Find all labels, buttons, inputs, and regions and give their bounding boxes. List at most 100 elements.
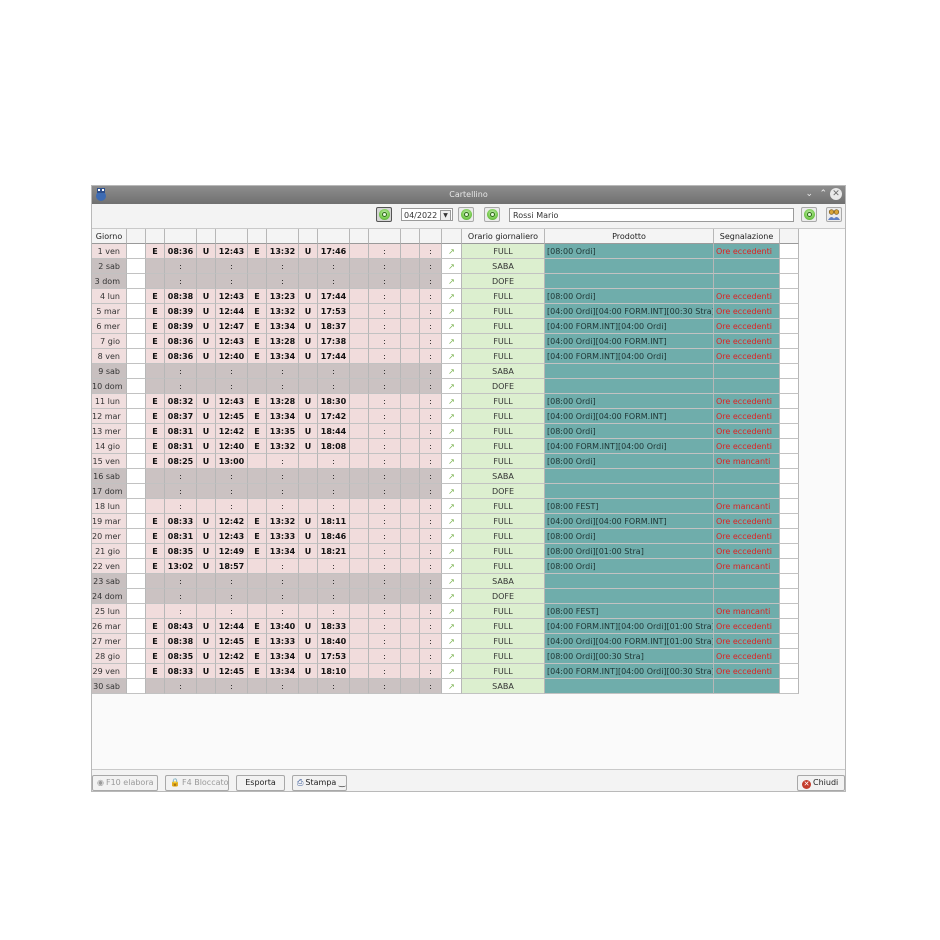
header-cell[interactable] xyxy=(442,229,462,244)
table-row[interactable]: 28 gio E 08:35 U 12:42 E 13:34 U 17:53:: ↗ FULL [08… xyxy=(92,649,799,664)
table-row[interactable]: 9 sab:::::: ↗ SABA xyxy=(92,364,799,379)
detail-arrow-icon[interactable]: ↗ xyxy=(442,379,462,394)
table-row[interactable]: 17 dom:::::: ↗ DOFE xyxy=(92,484,799,499)
table-row[interactable]: 27 mer E 08:38 U 12:45 E 13:33 U 18:40:: ↗ FULL [04… xyxy=(92,634,799,649)
detail-arrow-icon[interactable]: ↗ xyxy=(442,499,462,514)
table-row[interactable]: 8 ven E 08:36 U 12:40 E 13:34 U 17:44:: ↗ FULL [04:… xyxy=(92,349,799,364)
detail-arrow-icon[interactable]: ↗ xyxy=(442,319,462,334)
detail-arrow-icon[interactable]: ↗ xyxy=(442,604,462,619)
header-cell[interactable] xyxy=(299,229,318,244)
close-icon[interactable]: ✕ xyxy=(830,188,842,200)
bloccato-button[interactable]: 🔒 F4 Bloccato xyxy=(165,775,229,791)
table-row[interactable]: 4 lun E 08:38 U 12:43 E 13:23 U 17:44:: ↗ FULL [08:… xyxy=(92,289,799,304)
elabora-button[interactable]: ◉ F10 elabora xyxy=(92,775,158,791)
table-row[interactable]: 3 dom:::::: ↗ DOFE xyxy=(92,274,799,289)
detail-arrow-icon[interactable]: ↗ xyxy=(442,454,462,469)
header-segnalazione[interactable]: Segnalazione xyxy=(714,229,780,244)
detail-arrow-icon[interactable]: ↗ xyxy=(442,409,462,424)
header-cell[interactable] xyxy=(146,229,165,244)
detail-arrow-icon[interactable]: ↗ xyxy=(442,664,462,679)
table-row[interactable]: 29 ven E 08:33 U 12:45 E 13:34 U 18:10:: ↗ FULL [04… xyxy=(92,664,799,679)
header-orario[interactable]: Orario giornaliero xyxy=(462,229,545,244)
detail-arrow-icon[interactable]: ↗ xyxy=(442,334,462,349)
header-cell[interactable] xyxy=(350,229,369,244)
table-row[interactable]: 25 lun:::::: ↗ FULL [08:00 FEST] Ore mancant… xyxy=(92,604,799,619)
table-row[interactable]: 16 sab:::::: ↗ SABA xyxy=(92,469,799,484)
header-cell[interactable] xyxy=(248,229,267,244)
table-row[interactable]: 23 sab:::::: ↗ SABA xyxy=(92,574,799,589)
maximize-icon[interactable]: ⌃ xyxy=(819,189,827,200)
detail-arrow-icon[interactable]: ↗ xyxy=(442,349,462,364)
table-row[interactable]: 1 ven E 08:36 U 12:43 E 13:32 U 17:46:: ↗ FULL [08:… xyxy=(92,244,799,259)
detail-arrow-icon[interactable]: ↗ xyxy=(442,469,462,484)
detail-arrow-icon[interactable]: ↗ xyxy=(442,544,462,559)
day-cell: 30 sab xyxy=(92,679,127,694)
header-cell[interactable] xyxy=(127,229,146,244)
table-row[interactable]: 7 gio E 08:36 U 12:43 E 13:28 U 17:38:: ↗ FULL [04:… xyxy=(92,334,799,349)
table-row[interactable]: 11 lun E 08:32 U 12:43 E 13:28 U 18:30:: ↗ FULL [08… xyxy=(92,394,799,409)
detail-arrow-icon[interactable]: ↗ xyxy=(442,649,462,664)
detail-arrow-icon[interactable]: ↗ xyxy=(442,424,462,439)
header-cell[interactable] xyxy=(197,229,216,244)
table-row[interactable]: 15 ven E 08:25 U 13:00:::: ↗ FULL [08:00 Ordi] O… xyxy=(92,454,799,469)
employee-field[interactable]: Rossi Mario xyxy=(509,208,794,222)
punch-type-cell xyxy=(401,469,420,484)
table-row[interactable]: 18 lun:::::: ↗ FULL [08:00 FEST] Ore mancant… xyxy=(92,499,799,514)
month-select[interactable]: 04/2022 ▼ xyxy=(401,208,453,221)
table-row[interactable]: 2 sab:::::: ↗ SABA xyxy=(92,259,799,274)
detail-arrow-icon[interactable]: ↗ xyxy=(442,304,462,319)
header-cell[interactable] xyxy=(318,229,350,244)
detail-arrow-icon[interactable]: ↗ xyxy=(442,244,462,259)
refresh-button[interactable] xyxy=(376,207,392,222)
next-month-button[interactable] xyxy=(484,207,500,222)
detail-arrow-icon[interactable]: ↗ xyxy=(442,484,462,499)
search-employee-button[interactable] xyxy=(801,207,817,222)
header-cell[interactable] xyxy=(420,229,442,244)
detail-arrow-icon[interactable]: ↗ xyxy=(442,634,462,649)
header-cell[interactable] xyxy=(267,229,299,244)
table-row[interactable]: 19 mar E 08:33 U 12:42 E 13:32 U 18:11:: ↗ FULL [04… xyxy=(92,514,799,529)
header-cell[interactable] xyxy=(165,229,197,244)
detail-arrow-icon[interactable]: ↗ xyxy=(442,514,462,529)
employees-button[interactable] xyxy=(826,207,842,222)
detail-arrow-icon[interactable]: ↗ xyxy=(442,439,462,454)
detail-arrow-icon[interactable]: ↗ xyxy=(442,559,462,574)
table-row[interactable]: 20 mer E 08:31 U 12:43 E 13:33 U 18:46:: ↗ FULL [08… xyxy=(92,529,799,544)
detail-arrow-icon[interactable]: ↗ xyxy=(442,619,462,634)
stampa-button[interactable]: ⎙ Stampa ‿ xyxy=(292,775,347,791)
detail-arrow-icon[interactable]: ↗ xyxy=(442,364,462,379)
table-row[interactable]: 6 mer E 08:39 U 12:47 E 13:34 U 18:37:: ↗ FULL [04:… xyxy=(92,319,799,334)
detail-arrow-icon[interactable]: ↗ xyxy=(442,574,462,589)
punch-time-cell: 08:35 xyxy=(165,544,197,559)
table-row[interactable]: 12 mar E 08:37 U 12:45 E 13:34 U 17:42:: ↗ FULL [04… xyxy=(92,409,799,424)
table-row[interactable]: 22 ven E 13:02 U 18:57:::: ↗ FULL [08:00 Ordi] O… xyxy=(92,559,799,574)
detail-arrow-icon[interactable]: ↗ xyxy=(442,679,462,694)
header-giorno[interactable]: Giorno xyxy=(92,229,127,244)
detail-arrow-icon[interactable]: ↗ xyxy=(442,589,462,604)
table-row[interactable]: 10 dom:::::: ↗ DOFE xyxy=(92,379,799,394)
header-cell[interactable] xyxy=(780,229,799,244)
chiudi-button[interactable]: ✕ Chiudi xyxy=(797,775,845,791)
attendance-table[interactable]: Giorno Orario giornaliero Prodotto Segnalaz… xyxy=(92,228,845,770)
header-cell[interactable] xyxy=(401,229,420,244)
prev-month-button[interactable] xyxy=(458,207,474,222)
alert-cell: Ore eccedenti xyxy=(714,394,780,409)
detail-arrow-icon[interactable]: ↗ xyxy=(442,394,462,409)
header-cell[interactable] xyxy=(369,229,401,244)
esporta-button[interactable]: Esporta xyxy=(236,775,285,791)
table-row[interactable]: 24 dom:::::: ↗ DOFE xyxy=(92,589,799,604)
table-row[interactable]: 13 mer E 08:31 U 12:42 E 13:35 U 18:44:: ↗ FULL [08… xyxy=(92,424,799,439)
header-cell[interactable] xyxy=(216,229,248,244)
minimize-icon[interactable]: ⌄ xyxy=(805,189,813,200)
detail-arrow-icon[interactable]: ↗ xyxy=(442,529,462,544)
table-row[interactable]: 14 gio E 08:31 U 12:40 E 13:32 U 18:08:: ↗ FULL [04… xyxy=(92,439,799,454)
extra-cell xyxy=(780,664,799,679)
detail-arrow-icon[interactable]: ↗ xyxy=(442,289,462,304)
table-row[interactable]: 26 mar E 08:43 U 12:44 E 13:40 U 18:33:: ↗ FULL [04… xyxy=(92,619,799,634)
table-row[interactable]: 30 sab:::::: ↗ SABA xyxy=(92,679,799,694)
table-row[interactable]: 21 gio E 08:35 U 12:49 E 13:34 U 18:21:: ↗ FULL [08… xyxy=(92,544,799,559)
detail-arrow-icon[interactable]: ↗ xyxy=(442,274,462,289)
header-prodotto[interactable]: Prodotto xyxy=(545,229,714,244)
detail-arrow-icon[interactable]: ↗ xyxy=(442,259,462,274)
table-row[interactable]: 5 mar E 08:39 U 12:44 E 13:32 U 17:53:: ↗ FULL [04:… xyxy=(92,304,799,319)
